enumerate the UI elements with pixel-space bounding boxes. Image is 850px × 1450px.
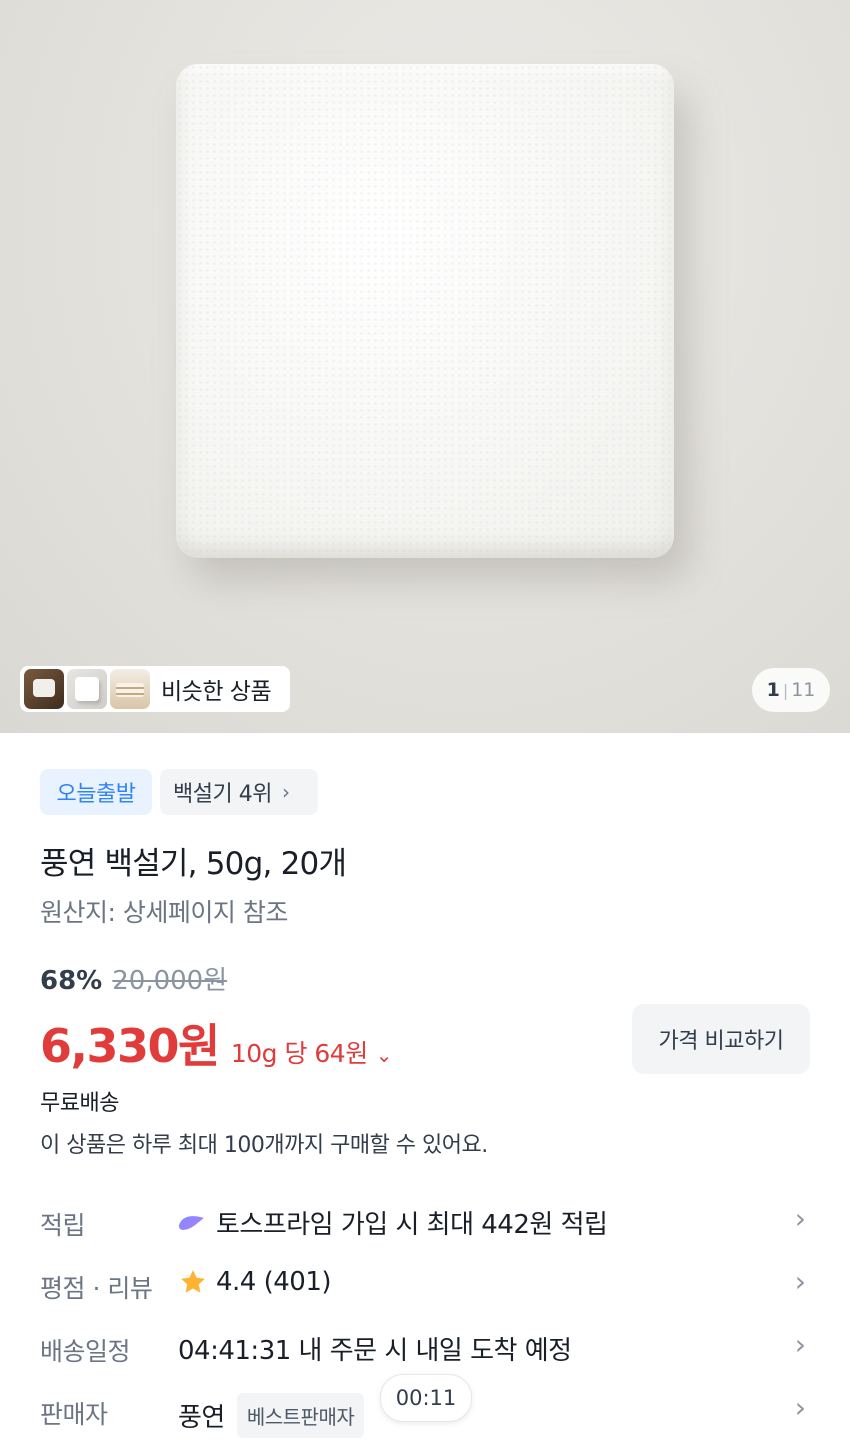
pager-total: 11: [791, 679, 816, 701]
seller-name: 풍연: [178, 1403, 225, 1433]
info-label-reward: 적립: [40, 1211, 86, 1240]
info-label-delivery: 배송일정: [40, 1337, 131, 1366]
today-shipping-label: 오늘출발: [56, 782, 136, 807]
discount-rate: 68%: [40, 966, 103, 996]
reward-text: 토스프라임 가입 시 최대 442원 적립: [216, 1210, 608, 1240]
similar-product-thumbnail: [24, 669, 64, 709]
similar-product-thumbnail: [67, 669, 107, 709]
product-origin: 원산지: 상세페이지 참조: [40, 898, 288, 927]
category-rank-label: 백설기 4위: [173, 782, 272, 807]
today-shipping-badge: 오늘출발: [40, 769, 152, 815]
original-price: 20,000원: [112, 966, 228, 996]
pager-current: 1: [766, 679, 780, 701]
toss-prime-icon: [178, 1215, 204, 1230]
star-icon: [181, 1270, 205, 1293]
similar-products-button[interactable]: 비슷한 상품: [20, 666, 290, 712]
info-row-rating[interactable]: 평점 · 리뷰 4.4 (401) ›: [0, 1261, 850, 1311]
info-label-rating: 평점 · 리뷰: [40, 1274, 153, 1303]
best-seller-badge: 베스트판매자: [236, 1393, 365, 1438]
unit-price-toggle[interactable]: 10g 당 64원: [231, 1034, 368, 1070]
info-row-reward[interactable]: 적립 토스프라임 가입 시 최대 442원 적립 ›: [0, 1198, 850, 1248]
rating-text: 4.4 (401): [216, 1267, 332, 1297]
info-value-seller: 풍연 베스트판매자: [178, 1393, 365, 1438]
category-rank-button[interactable]: 백설기 4위 ›: [160, 769, 318, 815]
timer-bubble: 00:11: [380, 1374, 472, 1422]
info-value-reward: 토스프라임 가입 시 최대 442원 적립: [178, 1204, 608, 1241]
sale-price: 6,330원: [40, 1019, 220, 1073]
info-value-delivery: 04:41:31 내 주문 시 내일 도착 예정: [178, 1336, 572, 1366]
chevron-right-icon: ›: [794, 1328, 806, 1361]
free-shipping-text: 무료배송: [40, 1091, 119, 1116]
product-image-rice-cake: [176, 64, 674, 558]
similar-product-thumbnail: [110, 669, 150, 709]
similar-products-label: 비슷한 상품: [161, 679, 272, 705]
product-image-gallery[interactable]: 비슷한 상품 1 | 11: [0, 0, 850, 733]
chevron-right-icon: ›: [794, 1202, 806, 1235]
info-row-delivery[interactable]: 배송일정 04:41:31 내 주문 시 내일 도착 예정 ›: [0, 1324, 850, 1374]
discount-row: 68% 20,000원: [40, 960, 227, 997]
info-label-seller: 판매자: [40, 1400, 108, 1429]
purchase-limit-notice: 이 상품은 하루 최대 100개까지 구매할 수 있어요.: [40, 1133, 488, 1158]
compare-price-button[interactable]: 가격 비교하기: [632, 1004, 810, 1074]
image-pager: 1 | 11: [752, 668, 830, 712]
chevron-right-icon: ›: [794, 1391, 806, 1424]
price-row: 6,330원 10g 당 64원 ⌄: [40, 1010, 392, 1076]
info-value-rating: 4.4 (401): [178, 1267, 332, 1297]
chevron-down-icon[interactable]: ⌄: [376, 1043, 393, 1067]
pager-separator: |: [782, 680, 789, 700]
product-title: 풍연 백설기, 50g, 20개: [40, 846, 347, 882]
chevron-right-icon: ›: [281, 780, 290, 804]
chevron-right-icon: ›: [794, 1265, 806, 1298]
